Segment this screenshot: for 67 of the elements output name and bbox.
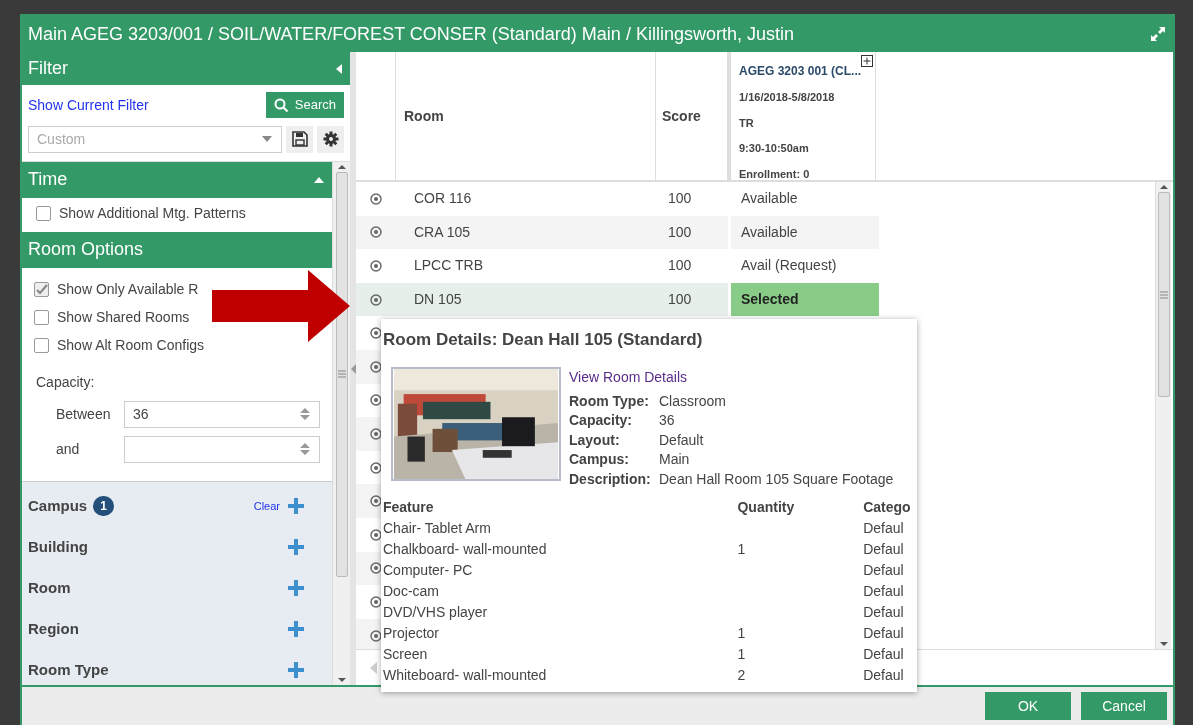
field-label: Description: xyxy=(569,469,652,489)
table-cell: Defaul xyxy=(863,541,904,558)
section-info: 9:30-10:50am xyxy=(739,141,810,156)
panel-title: Filter xyxy=(28,57,68,81)
field-label: Campus: xyxy=(569,450,630,470)
criteria-label: Campus xyxy=(28,496,88,517)
table-cell-text: 100 xyxy=(668,256,692,276)
table-cell: 1 xyxy=(737,625,746,642)
table-cell: Defaul xyxy=(863,625,904,642)
table-cell: 1 xyxy=(737,646,746,663)
field-label: Capacity: xyxy=(569,411,634,431)
table-cell: DVD/VHS player xyxy=(383,604,488,621)
field-value: Main xyxy=(659,450,690,470)
table-cell-text: 100 xyxy=(668,189,692,209)
field-label: and xyxy=(55,439,81,459)
field-value: Default xyxy=(659,430,704,450)
checkbox-label: Show Shared Rooms xyxy=(57,308,190,328)
field-value: 36 xyxy=(659,411,675,431)
table-cell: Defaul xyxy=(863,583,904,600)
column-header: Quantity xyxy=(737,497,864,519)
table-cell: 1 xyxy=(737,541,746,558)
table-cell: Chalkboard- wall-mounted xyxy=(383,541,547,558)
table-cell: Chair- Tablet Arm xyxy=(383,520,491,537)
table-cell: Defaul xyxy=(863,562,904,579)
checkbox-label: Show Alt Room Configs xyxy=(57,336,205,356)
table-cell-text: LPCC TRB xyxy=(414,256,483,276)
table-cell: Defaul xyxy=(863,667,904,684)
criteria-label: Room Type xyxy=(28,660,109,681)
status-cell-text: Selected xyxy=(741,290,799,310)
table-cell: Projector xyxy=(383,625,440,642)
table-cell: Computer- PC xyxy=(383,562,473,579)
field-label: Layout: xyxy=(569,430,621,450)
status-cell-text: Available xyxy=(741,222,798,242)
popover-title: Room Details: Dean Hall 105 (Standard) xyxy=(383,329,704,351)
field-value: Classroom xyxy=(659,391,726,411)
table-cell-text: 100 xyxy=(668,290,692,310)
table-cell-text: CRA 105 xyxy=(414,222,471,242)
section-title: Time xyxy=(28,168,68,192)
field-label: Room Type: xyxy=(569,391,650,411)
column-header: Feature xyxy=(383,498,435,518)
window-title: Main AGEG 3203/001 / SOIL/WATER/FOREST CONSER (Standard) Main / Killingsworth, Justin xyxy=(28,22,794,46)
table-cell: Doc-cam xyxy=(383,583,439,600)
table-cell-text: COR 116 xyxy=(414,189,472,209)
column-header: Catego xyxy=(863,498,912,518)
count-badge: 1 xyxy=(93,496,114,517)
section-info: TR xyxy=(739,115,755,131)
table-cell: Defaul xyxy=(863,646,904,663)
status-cell-text: Avail (Request) xyxy=(741,256,837,276)
checkbox-label: Show Only Available R xyxy=(57,280,199,300)
criteria-label: Building xyxy=(28,537,88,558)
checkbox-label: Show Additional Mtg. Patterns xyxy=(59,204,246,224)
table-cell: Defaul xyxy=(863,604,904,621)
table-cell: 2 xyxy=(737,667,746,684)
section-info: Enrollment: 0 xyxy=(739,166,811,182)
table-cell: Defaul xyxy=(863,520,904,537)
section-info: 1/16/2018-5/8/2018 xyxy=(739,90,836,105)
table-cell: Whiteboard- wall-mounted xyxy=(383,667,547,684)
field-value: Dean Hall Room 105 Square Footage xyxy=(659,469,894,489)
table-cell-text: 100 xyxy=(668,222,692,242)
capacity-label: Capacity: xyxy=(36,372,96,392)
criteria-label: Region xyxy=(28,619,79,640)
field-label: Between xyxy=(55,404,112,424)
criteria-label: Room xyxy=(28,578,71,599)
table-cell: Screen xyxy=(383,646,428,663)
status-cell-text: Available xyxy=(741,189,798,209)
table-cell-text: DN 105 xyxy=(414,290,462,310)
section-title: Room Options xyxy=(28,238,144,262)
